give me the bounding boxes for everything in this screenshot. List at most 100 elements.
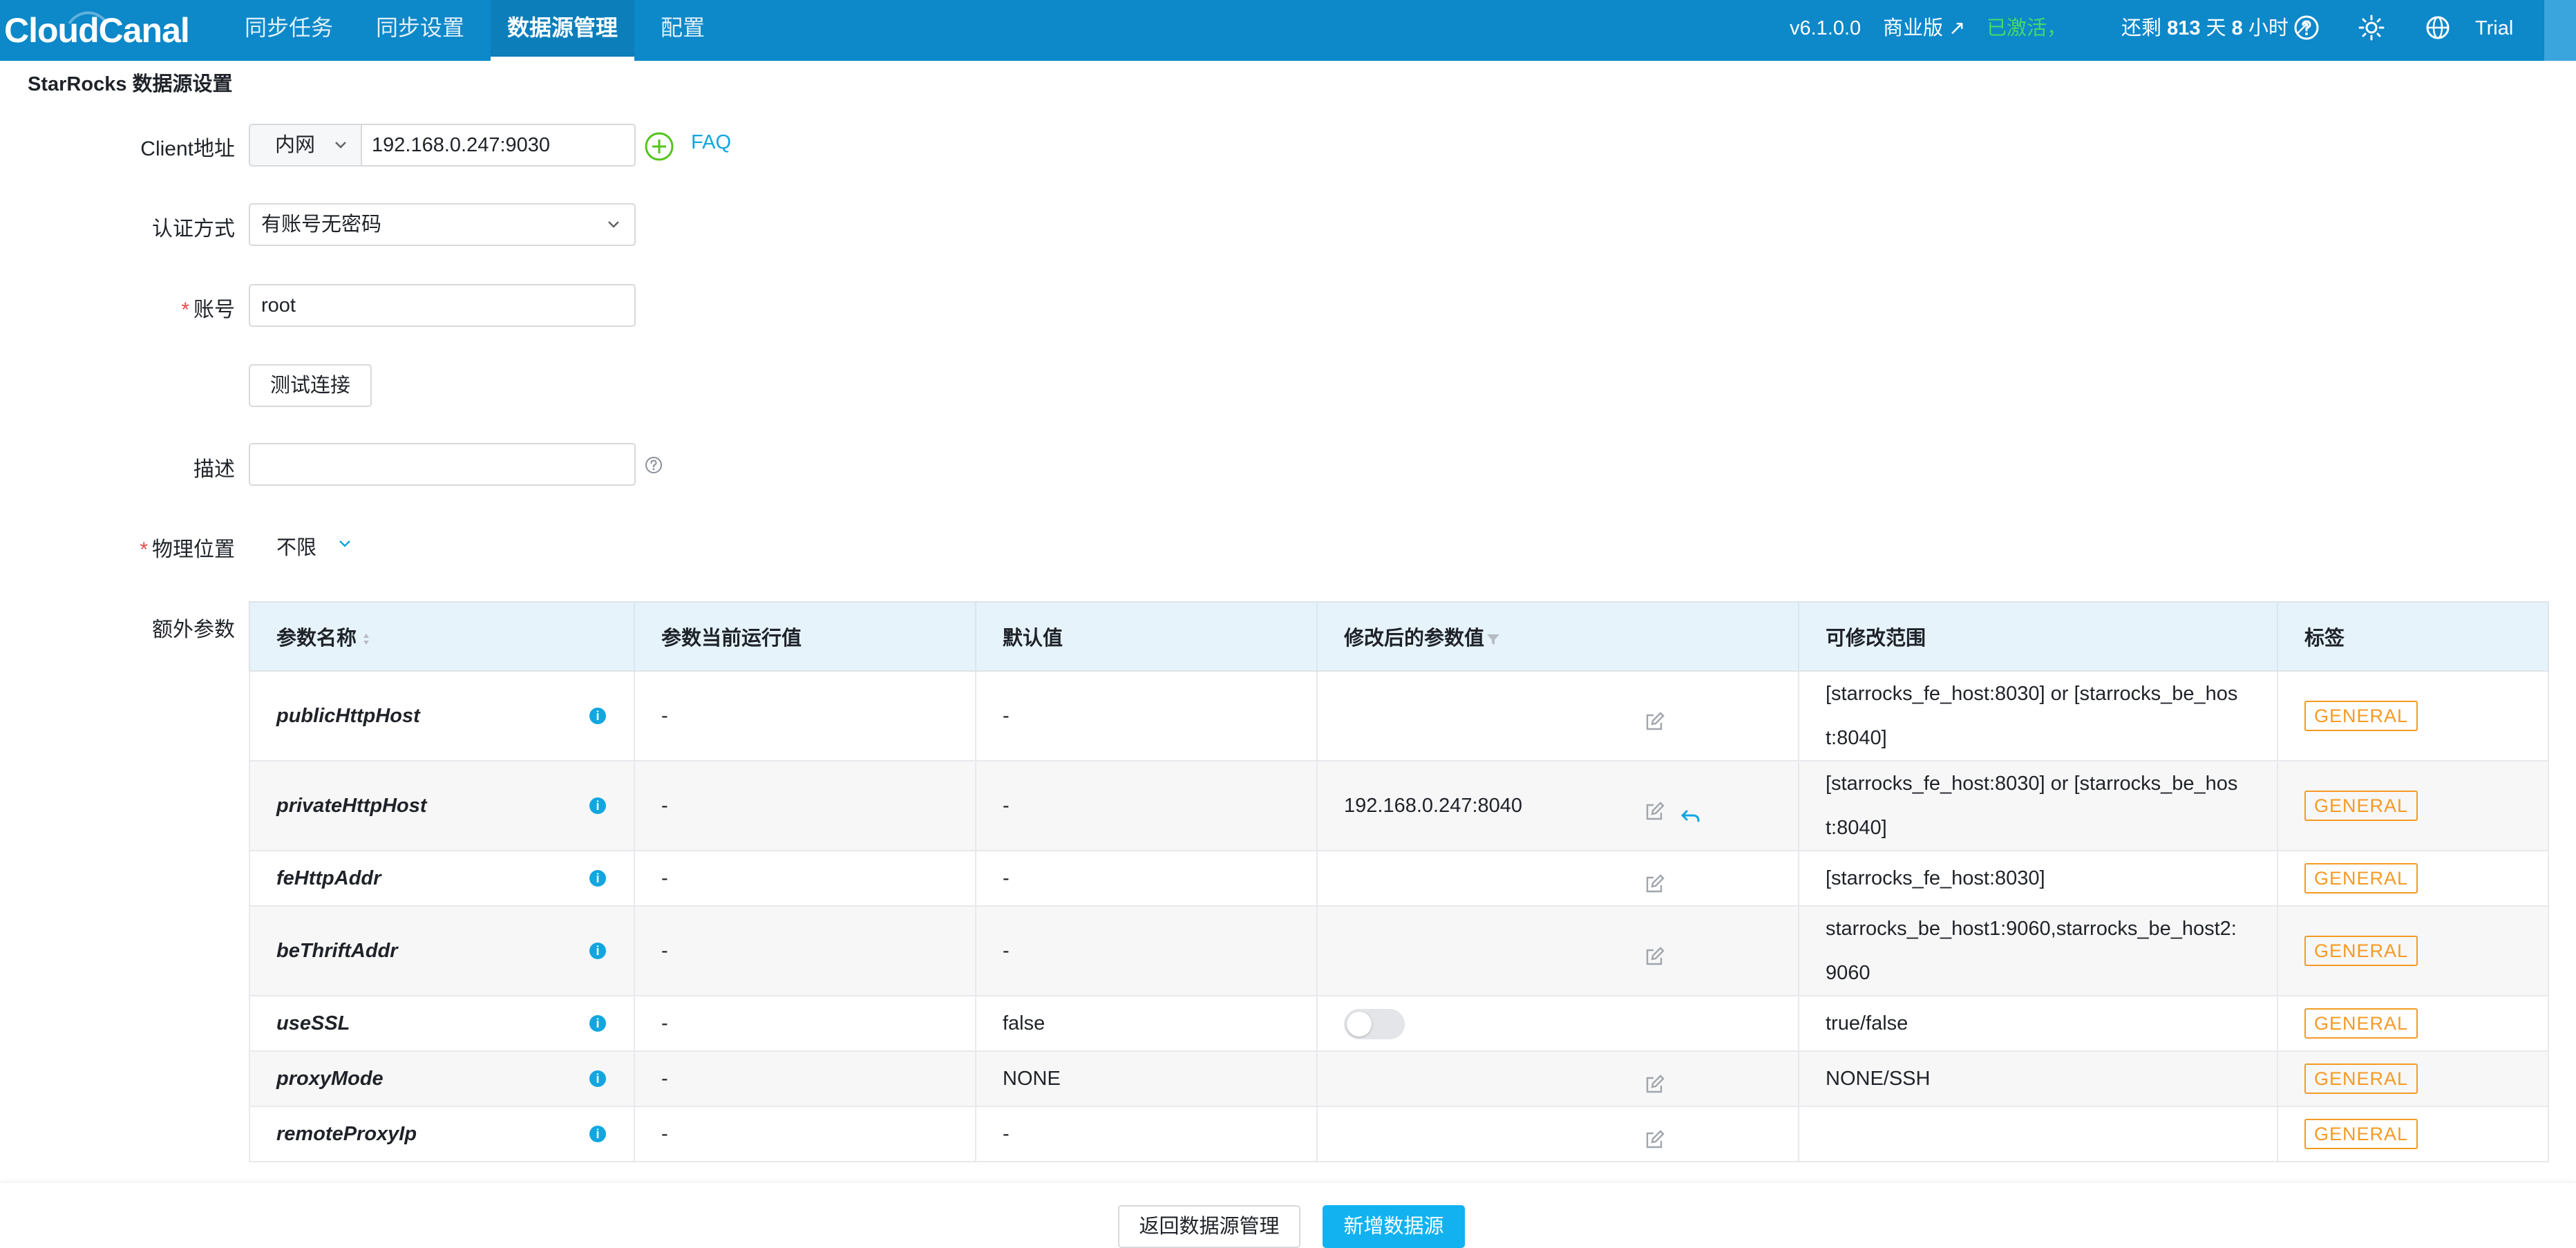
column-header-modified-value-text: 修改后的参数值 — [1344, 627, 1485, 650]
tag-badge: GENERAL — [2304, 701, 2418, 731]
tag-cell: GENERAL — [2277, 851, 2549, 907]
account-input[interactable]: root — [249, 284, 636, 327]
table-row: feHttpAddr i - - [starrocks_fe_host:8030] GEN… — [249, 851, 2549, 907]
nav-item-sync-tasks[interactable]: 同步任务 — [228, 0, 350, 61]
info-icon[interactable]: i — [589, 708, 606, 724]
help-icon[interactable] — [2293, 14, 2320, 41]
info-icon[interactable]: i — [589, 870, 606, 887]
param-name-cell: publicHttpHost i — [249, 671, 635, 762]
network-type-value: 内网 — [275, 134, 316, 156]
modified-value: 192.168.0.247:8040 — [1344, 795, 1523, 817]
current-value-cell: - — [634, 1106, 976, 1162]
column-header-current-value: 参数当前运行值 — [634, 601, 976, 672]
column-header-range: 可修改范围 — [1799, 601, 2278, 672]
edit-icon[interactable] — [1643, 705, 1667, 749]
modified-value-cell — [1317, 906, 1799, 996]
extra-params-table: 参数名称 参数当前运行值 默认值 修改后的参数值 可修改范围 标签 public… — [249, 601, 2549, 1162]
edit-icon[interactable] — [1643, 1123, 1667, 1167]
tag-cell: GENERAL — [2277, 906, 2549, 996]
physical-location-label: * 物理位置 — [140, 532, 235, 562]
param-name-cell: remoteProxyIp i — [249, 1106, 635, 1162]
param-name-cell: feHttpAddr i — [249, 851, 635, 907]
use-ssl-toggle[interactable] — [1344, 1009, 1405, 1040]
back-to-datasource-button[interactable]: 返回数据源管理 — [1118, 1205, 1300, 1248]
range-cell — [1799, 1106, 2278, 1162]
theme-sun-icon[interactable] — [2358, 14, 2385, 41]
remain-days-unit: 天 — [2206, 17, 2226, 39]
modified-value-cell — [1317, 1106, 1799, 1162]
tag-badge: GENERAL — [2304, 936, 2418, 966]
param-name-cell: proxyMode i — [249, 1051, 635, 1107]
range-line: [starrocks_fe_host:8030] or [starrocks_b… — [1826, 683, 2238, 705]
network-type-select[interactable]: 内网 — [249, 124, 361, 167]
add-address-icon[interactable] — [644, 131, 674, 162]
default-value-cell: - — [976, 761, 1318, 851]
default-value-cell: false — [976, 996, 1318, 1052]
column-header-modified-value[interactable]: 修改后的参数值 — [1317, 601, 1799, 672]
version-label: v6.1.0.0 — [1790, 17, 1862, 39]
info-icon[interactable]: i — [589, 1070, 606, 1087]
trial-label: Trial — [2475, 17, 2514, 39]
auth-method-label: 认证方式 — [152, 218, 235, 240]
nav-item-datasource-management[interactable]: 数据源管理 — [491, 0, 635, 61]
table-row: publicHttpHost i - - [starrocks_fe_host:8030… — [249, 671, 2549, 762]
test-connection-button[interactable]: 测试连接 — [249, 364, 372, 407]
auth-method-select[interactable]: 有账号无密码 — [249, 203, 636, 246]
current-value-cell: - — [634, 906, 976, 996]
language-globe-icon[interactable] — [2424, 14, 2452, 41]
default-value-cell: - — [976, 671, 1318, 762]
info-icon[interactable]: i — [589, 1126, 606, 1142]
info-icon[interactable]: i — [589, 797, 606, 814]
edit-icon[interactable] — [1643, 867, 1667, 911]
table-row: useSSL i - false true/false GENERAL — [249, 996, 2549, 1052]
param-name: privateHttpHost — [276, 795, 427, 817]
required-mark: * — [181, 299, 189, 321]
extra-params-label: 额外参数 — [152, 618, 235, 641]
range-line: [starrocks_fe_host:8030] or [starrocks_b… — [1826, 773, 2238, 795]
chevron-down-icon — [608, 221, 619, 228]
license-remaining-link[interactable]: 还剩 813 天 8 小时 ↗ — [2121, 0, 2311, 57]
param-name: beThriftAddr — [276, 940, 398, 962]
client-address-input[interactable]: 192.168.0.247:9030 — [361, 124, 636, 167]
sort-icon[interactable] — [361, 632, 372, 647]
column-header-param-name-text: 参数名称 — [276, 627, 357, 650]
tag-badge: GENERAL — [2304, 1063, 2418, 1094]
column-header-param-name[interactable]: 参数名称 — [249, 601, 635, 672]
table-row: remoteProxyIp i - - GENERAL — [249, 1106, 2549, 1162]
param-name: proxyMode — [276, 1068, 383, 1090]
top-navbar: CloudCanal 同步任务 同步设置 数据源管理 配置 v6.1.0.0 商… — [0, 0, 2576, 61]
range-line: 9060 — [1826, 962, 1871, 984]
description-label: 描述 — [193, 458, 235, 481]
tag-badge: GENERAL — [2304, 1119, 2418, 1149]
add-datasource-button[interactable]: 新增数据源 — [1323, 1205, 1465, 1248]
edit-icon[interactable] — [1643, 1068, 1667, 1112]
undo-icon[interactable] — [1680, 797, 1701, 841]
edit-icon[interactable] — [1643, 940, 1667, 984]
filter-icon[interactable] — [1486, 632, 1501, 647]
tag-cell: GENERAL — [2277, 1051, 2549, 1107]
edit-icon[interactable] — [1643, 795, 1667, 839]
faq-link[interactable]: FAQ — [691, 131, 731, 154]
physical-location-select[interactable]: 不限 — [276, 531, 316, 560]
default-value-cell: - — [976, 906, 1318, 996]
param-name: feHttpAddr — [276, 867, 381, 889]
question-circle-icon[interactable] — [644, 455, 663, 475]
tag-cell: GENERAL — [2277, 671, 2549, 762]
param-name-cell: beThriftAddr i — [249, 906, 635, 996]
column-header-tag: 标签 — [2277, 601, 2549, 672]
chevron-down-icon[interactable] — [337, 539, 352, 549]
description-input[interactable] — [249, 443, 636, 486]
client-address-label: Client地址 — [140, 138, 235, 160]
info-icon[interactable]: i — [589, 943, 606, 959]
info-icon[interactable]: i — [589, 1015, 606, 1032]
nav-item-sync-settings[interactable]: 同步设置 — [359, 0, 481, 61]
nav-item-config[interactable]: 配置 — [644, 0, 721, 61]
logo[interactable]: CloudCanal — [4, 4, 190, 57]
user-avatar[interactable] — [2544, 0, 2576, 61]
param-name-cell: privateHttpHost i — [249, 761, 635, 851]
edition-link[interactable]: 商业版 ↗ — [1883, 0, 1965, 57]
required-mark: * — [140, 538, 148, 561]
account-label-text: 账号 — [193, 299, 235, 321]
current-value-cell: - — [634, 1051, 976, 1107]
default-value-cell: - — [976, 851, 1318, 907]
